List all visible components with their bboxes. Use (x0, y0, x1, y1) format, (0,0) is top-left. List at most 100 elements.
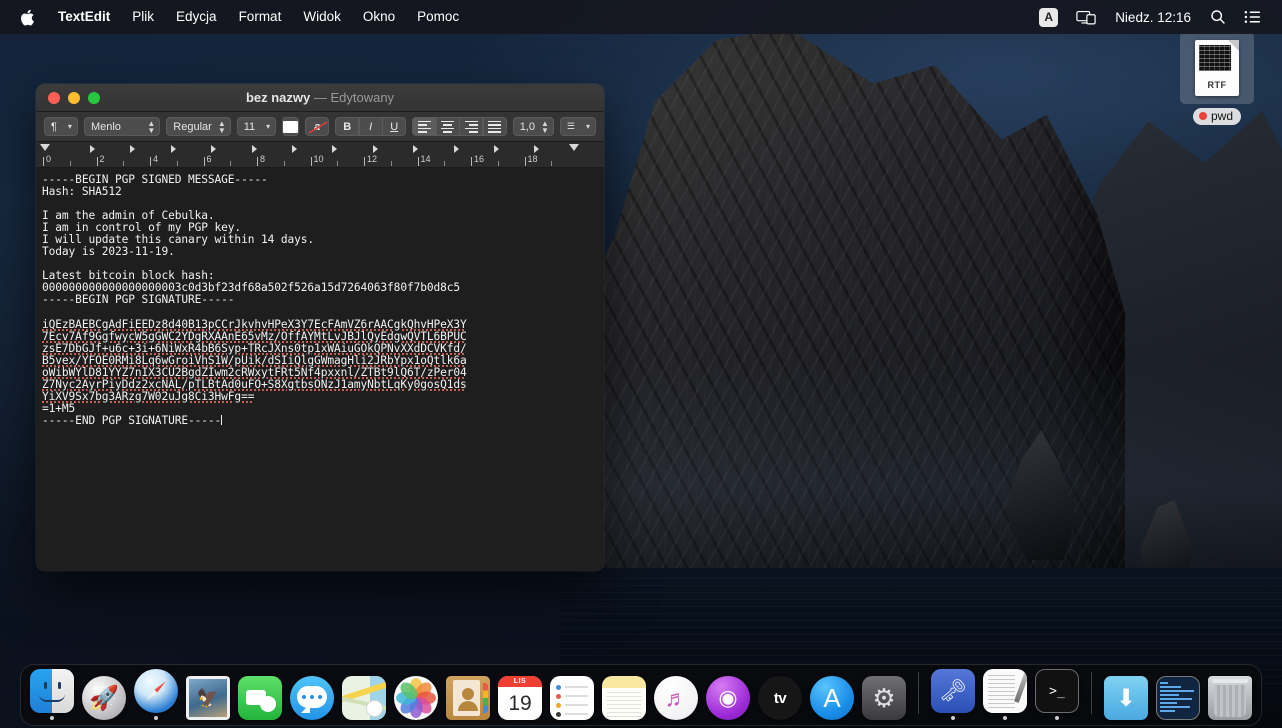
line-spacing-stepper[interactable]: 1,0 ▲▼ (513, 117, 554, 136)
ruler-tab-marker[interactable] (454, 145, 459, 153)
input-source-icon[interactable]: A (1030, 8, 1067, 27)
dock-item-stack-window[interactable] (1155, 668, 1201, 720)
dock-item-facetime[interactable] (237, 668, 283, 720)
dock-item-messages[interactable] (289, 668, 335, 720)
bold-button[interactable]: B (335, 117, 359, 136)
align-right-icon (465, 119, 478, 135)
italic-button[interactable]: I (359, 117, 383, 136)
document-text-area[interactable]: -----BEGIN PGP SIGNED MESSAGE----- Hash:… (36, 168, 604, 571)
close-button[interactable] (48, 92, 60, 104)
window-title: bez nazwy — Edytowany (36, 90, 604, 105)
alignment-group (412, 117, 507, 136)
dock-item-mail[interactable]: 🦅 (185, 668, 231, 720)
window-titlebar[interactable]: bez nazwy — Edytowany (36, 84, 604, 112)
dock-item-terminal[interactable]: >_ (1034, 668, 1080, 720)
chevron-down-icon: ▾ (261, 122, 275, 131)
menu-bar-clock[interactable]: Niedz. 12:16 (1105, 10, 1201, 25)
calendar-icon: LIS 19 (498, 676, 542, 720)
dock-item-launchpad[interactable]: 🚀 (81, 668, 127, 720)
dock-item-podcasts[interactable]: ◉ (705, 668, 751, 720)
dock[interactable]: 🚀 🦅 LIS 19 (20, 664, 1262, 726)
ruler-tab-marker[interactable] (90, 145, 95, 153)
align-left-button[interactable] (412, 117, 436, 136)
screen-mirroring-icon[interactable] (1067, 10, 1105, 25)
ruler-number: 8 (260, 154, 265, 164)
ruler-number: 6 (207, 154, 212, 164)
right-indent-marker[interactable] (569, 144, 579, 151)
dock-item-notes[interactable] (601, 668, 647, 720)
ruler-tick-major (471, 157, 472, 166)
ruler-tab-marker[interactable] (413, 145, 418, 153)
menu-item-pomoc[interactable]: Pomoc (406, 6, 470, 28)
desktop-file-icon-selection[interactable]: RTF (1180, 32, 1254, 104)
menu-item-edycja[interactable]: Edycja (165, 6, 228, 28)
menu-item-okno[interactable]: Okno (352, 6, 406, 28)
dock-item-finder[interactable] (29, 668, 75, 720)
align-right-button[interactable] (459, 117, 483, 136)
minimize-button[interactable] (68, 92, 80, 104)
ruler-tab-marker[interactable] (534, 145, 539, 153)
stepper-arrows-icon: ▲▼ (541, 120, 553, 134)
underline-button[interactable]: U (382, 117, 406, 136)
ruler-number: 4 (153, 154, 158, 164)
document-ruler[interactable]: 024681012141618 (36, 142, 604, 168)
dock-item-safari[interactable] (133, 668, 179, 720)
desktop-file-name[interactable]: pwd (1193, 108, 1241, 125)
ruler-tab-marker[interactable] (332, 145, 337, 153)
dock-item-textedit[interactable] (982, 668, 1028, 720)
apple-logo-icon[interactable] (0, 9, 47, 26)
dock-item-calendar[interactable]: LIS 19 (497, 668, 543, 720)
ruler-number: 18 (528, 154, 538, 164)
ruler-tab-marker[interactable] (373, 145, 378, 153)
font-size-dropdown[interactable]: 11 ▾ (237, 117, 276, 136)
zoom-button[interactable] (88, 92, 100, 104)
dock-separator (918, 672, 919, 714)
highlight-color-button[interactable]: a (305, 117, 329, 136)
running-indicator (154, 716, 158, 720)
ruler-tab-marker[interactable] (292, 145, 297, 153)
stack-line (1160, 694, 1179, 696)
dock-item-tv[interactable]: tv (757, 668, 803, 720)
facetime-icon (238, 676, 282, 720)
ruler-tab-marker[interactable] (252, 145, 257, 153)
text-color-swatch[interactable] (282, 117, 299, 136)
dock-item-trash[interactable] (1207, 668, 1253, 720)
ruler-tick-minor (70, 161, 71, 166)
font-family-dropdown[interactable]: Menlo ▲▼ (84, 117, 160, 136)
ruler-tab-marker[interactable] (171, 145, 176, 153)
dock-item-photos[interactable] (393, 668, 439, 720)
ruler-tab-marker[interactable] (130, 145, 135, 153)
paragraph-style-label: ¶ (45, 121, 63, 133)
left-indent-marker[interactable] (40, 144, 50, 151)
align-center-button[interactable] (436, 117, 460, 136)
dock-item-music[interactable]: ♬ (653, 668, 699, 720)
control-center-icon[interactable] (1235, 10, 1270, 24)
menu-item-widok[interactable]: Widok (292, 6, 352, 28)
dock-item-appstore[interactable]: A (809, 668, 855, 720)
menu-app-name[interactable]: TextEdit (47, 6, 121, 28)
align-justify-button[interactable] (483, 117, 507, 136)
mail-icon: 🦅 (186, 676, 230, 720)
dock-item-reminders[interactable] (549, 668, 595, 720)
desktop-file-icon[interactable]: RTF pwd (1180, 32, 1254, 125)
messages-icon (290, 676, 334, 720)
dock-item-maps[interactable] (341, 668, 387, 720)
menu-item-plik[interactable]: Plik (121, 6, 165, 28)
list-style-dropdown[interactable]: ☰ ▾ (560, 117, 596, 136)
paragraph-style-dropdown[interactable]: ¶ ▾ (44, 117, 78, 136)
align-left-icon (418, 119, 431, 135)
font-style-dropdown[interactable]: Regular ▲▼ (166, 117, 230, 136)
dock-item-contacts[interactable] (445, 668, 491, 720)
textedit-window[interactable]: bez nazwy — Edytowany ¶ ▾ Menlo ▲▼ Regul… (36, 84, 604, 571)
dock-item-downloads[interactable]: ⬇ (1103, 668, 1149, 720)
ruler-tab-marker[interactable] (211, 145, 216, 153)
bold-label: B (343, 121, 351, 133)
dock-item-system-preferences[interactable]: ⚙ (861, 668, 907, 720)
search-icon[interactable] (1201, 9, 1235, 25)
menu-item-format[interactable]: Format (228, 6, 293, 28)
font-size-label: 11 (238, 121, 261, 133)
appstore-icon: A (810, 676, 854, 720)
ruler-tab-marker[interactable] (494, 145, 499, 153)
dock-item-keychain-access[interactable]: 🗝 (930, 668, 976, 720)
launchpad-icon: 🚀 (82, 676, 126, 720)
